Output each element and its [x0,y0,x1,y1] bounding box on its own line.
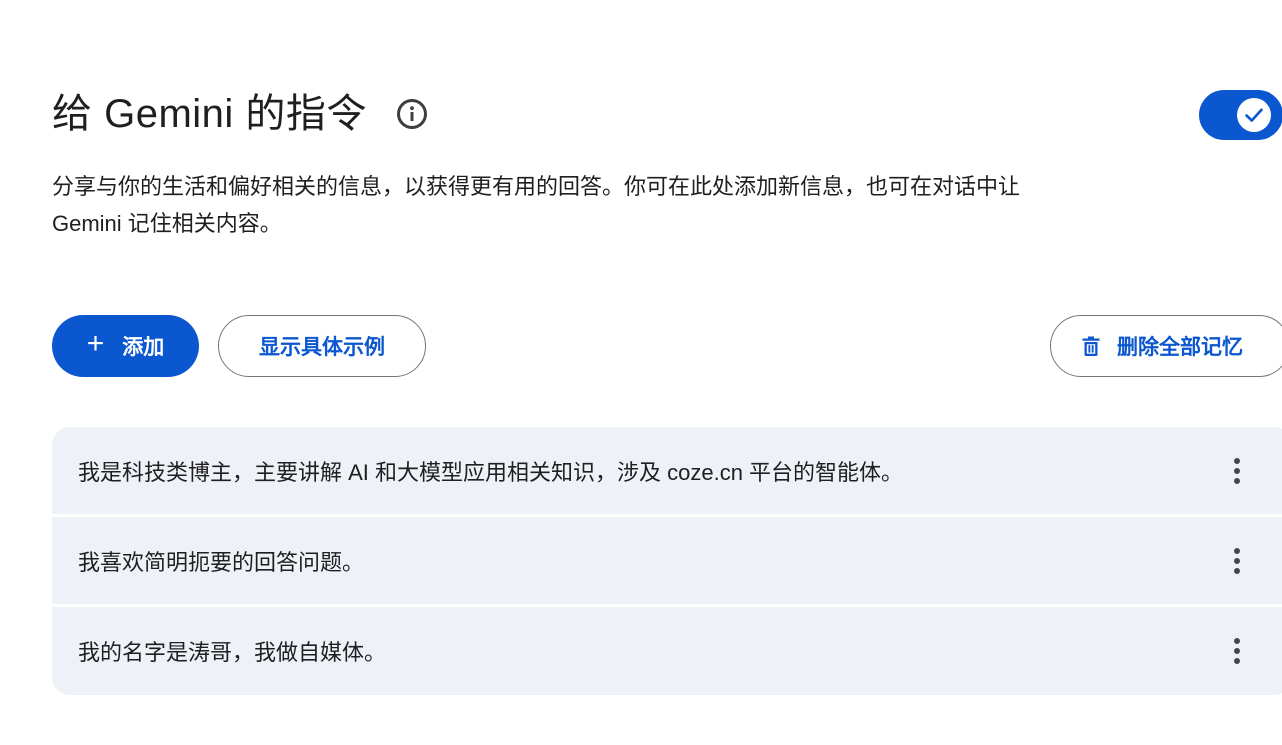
memory-text: 我的名字是涛哥，我做自媒体。 [78,640,387,665]
show-examples-button[interactable]: 显示具体示例 [218,315,426,377]
header: 给 Gemini 的指令 [52,84,429,144]
memory-list: 我是科技类博主，主要讲解 AI 和大模型应用相关知识，涉及 coze.cn 平台… [52,427,1282,698]
more-vert-icon[interactable] [1222,451,1252,491]
instructions-page: 给 Gemini 的指令 分享与你的生活和偏好相关的信息，以获得更有用的回答。你… [0,0,1282,745]
memory-item[interactable]: 我的名字是涛哥，我做自媒体。 [52,607,1282,695]
more-vert-icon[interactable] [1222,631,1252,671]
more-vert-icon[interactable] [1222,541,1252,581]
add-button-label: 添加 [122,336,165,359]
show-examples-label: 显示具体示例 [259,336,385,359]
memory-text: 我喜欢简明扼要的回答问题。 [78,549,365,575]
delete-all-memories-button[interactable]: 删除全部记忆 [1050,315,1282,377]
page-title: 给 Gemini 的指令 [52,92,367,136]
memory-text: 我是科技类博主，主要讲解 AI 和大模型应用相关知识，涉及 coze.cn 平台… [78,459,904,485]
memory-item[interactable]: 我是科技类博主，主要讲解 AI 和大模型应用相关知识，涉及 coze.cn 平台… [52,427,1282,514]
memory-item[interactable]: 我喜欢简明扼要的回答问题。 [52,517,1282,604]
check-icon [1237,98,1271,132]
add-button[interactable]: + 添加 [52,315,199,377]
page-description: 分享与你的生活和偏好相关的信息，以获得更有用的回答。你可在此处添加新信息，也可在… [52,174,1021,236]
plus-icon: + [86,327,105,360]
delete-all-label: 删除全部记忆 [1117,336,1243,359]
instructions-toggle[interactable] [1199,90,1282,140]
trash-icon [1081,335,1101,357]
info-icon[interactable] [395,97,429,131]
